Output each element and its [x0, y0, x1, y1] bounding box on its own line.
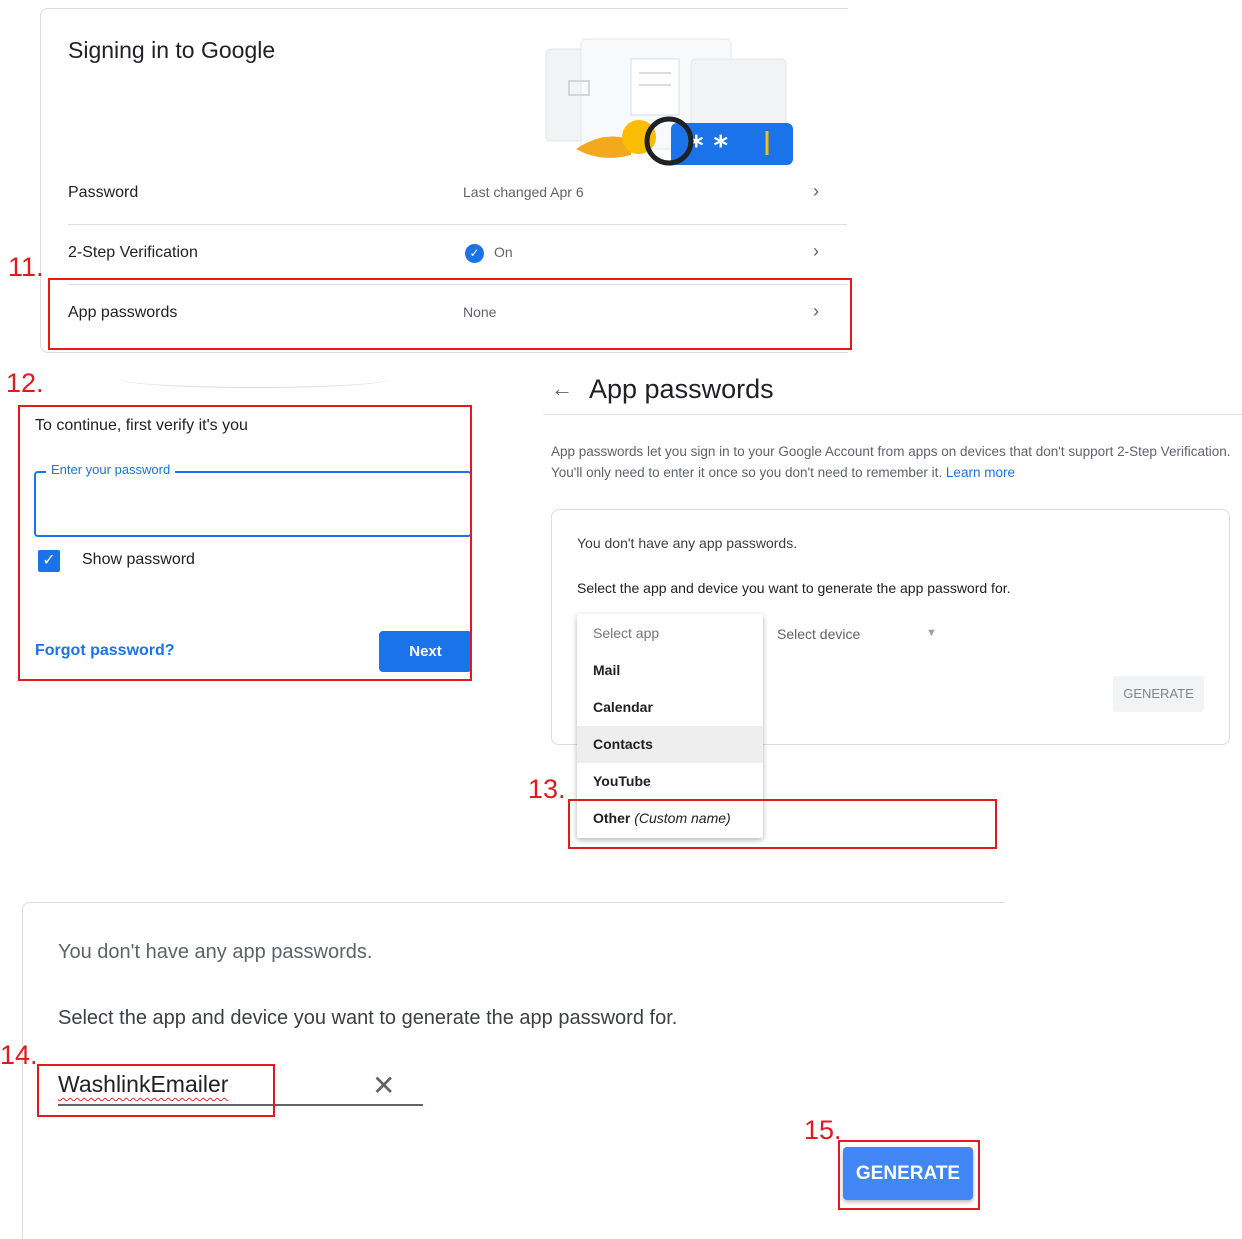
chevron-right-icon: ›: [813, 241, 819, 261]
menu-item-contacts[interactable]: Contacts: [577, 726, 763, 763]
generate-button-disabled[interactable]: GENERATE: [1113, 676, 1204, 712]
step-label-14: 14.: [0, 1040, 38, 1070]
card-edge: [120, 370, 390, 388]
two-step-row[interactable]: 2-Step Verification ✓ On ›: [41, 224, 847, 284]
select-device-dropdown[interactable]: Select device: [777, 626, 860, 642]
app-passwords-title: App passwords: [589, 374, 774, 404]
password-row-value: Last changed Apr 6: [463, 184, 584, 200]
select-prompt: Select the app and device you want to ge…: [58, 1007, 678, 1029]
header-divider: [543, 414, 1242, 415]
clear-icon[interactable]: ✕: [372, 1069, 395, 1102]
step-label-15: 15.: [804, 1115, 842, 1145]
step-highlight-14: [37, 1064, 275, 1117]
svg-text:* *: * *: [689, 129, 728, 162]
menu-item-calendar[interactable]: Calendar: [577, 689, 763, 726]
step-label-13: 13.: [528, 774, 566, 804]
menu-item-placeholder[interactable]: Select app: [577, 615, 763, 652]
learn-more-link[interactable]: Learn more: [946, 465, 1015, 480]
password-row-label: Password: [68, 184, 139, 201]
two-step-row-value: On: [494, 244, 513, 260]
step-highlight-13: [568, 799, 997, 849]
no-app-passwords-text: You don't have any app passwords.: [577, 535, 798, 551]
verified-check-icon: ✓: [465, 244, 484, 263]
two-step-row-label: 2-Step Verification: [68, 244, 198, 261]
chevron-right-icon: ›: [813, 181, 819, 201]
password-illustration: * *: [545, 38, 793, 166]
no-app-passwords-text: You don't have any app passwords.: [58, 941, 373, 963]
signin-title: Signing in to Google: [68, 37, 276, 63]
menu-item-youtube[interactable]: YouTube: [577, 763, 763, 800]
step-highlight-12: [18, 405, 472, 681]
step-label-11: 11.: [8, 252, 44, 282]
select-prompt: Select the app and device you want to ge…: [577, 580, 1011, 596]
step-highlight-11: [48, 278, 852, 350]
step-highlight-15: [838, 1140, 980, 1210]
password-row[interactable]: Password Last changed Apr 6 ›: [41, 164, 847, 224]
menu-item-mail[interactable]: Mail: [577, 652, 763, 689]
step-label-12: 12.: [6, 368, 44, 398]
back-arrow-icon[interactable]: ←: [551, 376, 573, 402]
app-passwords-description: App passwords let you sign in to your Go…: [551, 441, 1231, 483]
description-text: App passwords let you sign in to your Go…: [551, 444, 1231, 480]
dropdown-caret-icon: ▼: [926, 627, 937, 639]
